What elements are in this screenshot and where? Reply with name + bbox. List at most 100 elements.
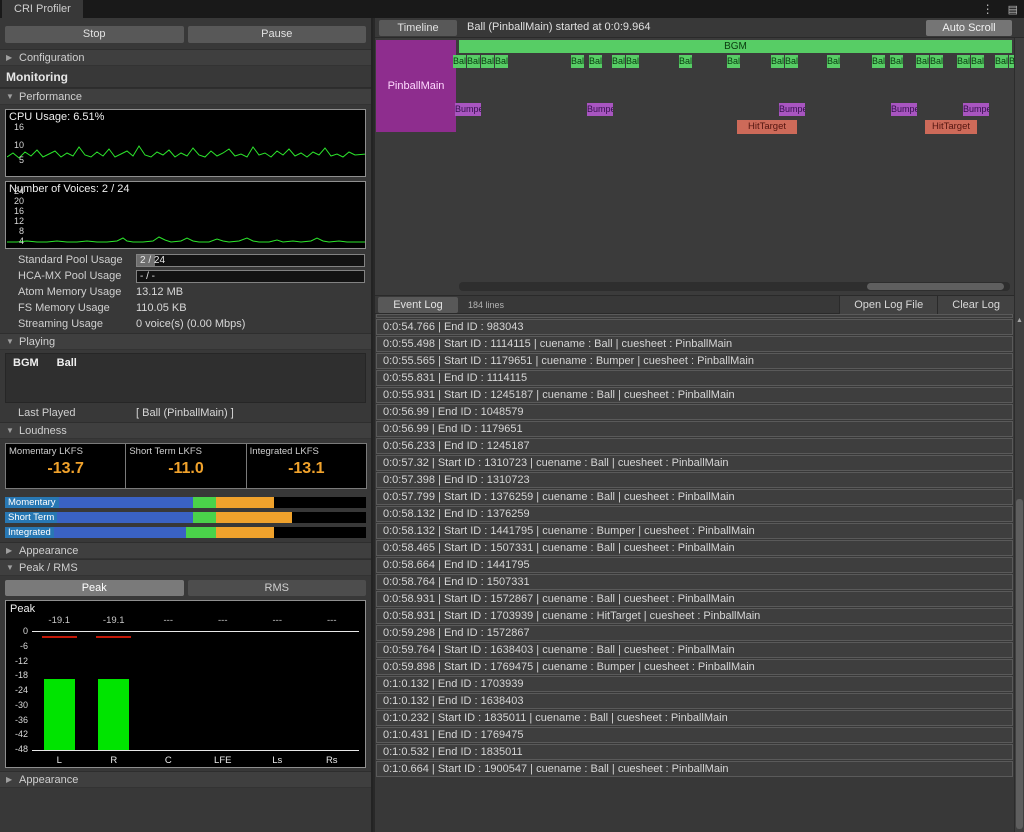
log-row[interactable]: 0:0:59.898 | Start ID : 1769475 | cuenam…: [376, 659, 1013, 675]
timeline-cue-bumper[interactable]: Bumper: [891, 103, 917, 116]
timeline-cue-ball[interactable]: Ball: [679, 55, 692, 68]
log-row[interactable]: 0:0:54.766 | End ID : 983043: [376, 319, 1013, 335]
timeline-cue-hittarget[interactable]: HitTarget: [737, 120, 797, 134]
pause-button[interactable]: Pause: [188, 26, 367, 43]
timeline-cue-bgm[interactable]: BGM: [459, 40, 1012, 53]
log-row[interactable]: 0:0:55.831 | End ID : 1114115: [376, 370, 1013, 386]
timeline-cue-ball[interactable]: Ball: [771, 55, 784, 68]
log-row[interactable]: 0:0:57.799 | Start ID : 1376259 | cuenam…: [376, 489, 1013, 505]
timeline-cue-ball[interactable]: Ball: [727, 55, 740, 68]
profiler-right-panel: Timeline Ball (PinballMain) started at 0…: [375, 18, 1024, 832]
timeline-cue-ball[interactable]: Ball: [872, 55, 885, 68]
tab-cri-profiler[interactable]: CRI Profiler: [2, 0, 83, 18]
section-loudness[interactable]: ▼ Loudness: [0, 422, 371, 439]
log-row[interactable]: 0:0:58.132 | Start ID : 1441795 | cuenam…: [376, 523, 1013, 539]
rms-tab-button[interactable]: RMS: [188, 580, 367, 596]
peak-hold-mark: [96, 636, 131, 638]
timeline-cue-ball[interactable]: Ball: [930, 55, 943, 68]
timeline-cue-bumper[interactable]: Bumper: [455, 103, 481, 116]
timeline-cue-ball[interactable]: Ball: [481, 55, 494, 68]
timeline-cue-ball[interactable]: Ball: [453, 55, 466, 68]
timeline-cue-bumper[interactable]: Bumper: [587, 103, 613, 116]
timeline-cue-ball[interactable]: Ball: [626, 55, 639, 68]
log-row[interactable]: 0:1:0.431 | End ID : 1769475: [376, 727, 1013, 743]
playing-item-bgm[interactable]: BGM: [13, 357, 39, 369]
log-row[interactable]: 0:0:55.565 | Start ID : 1179651 | cuenam…: [376, 353, 1013, 369]
peak-plot-area: [32, 631, 359, 751]
log-row[interactable]: 0:0:58.931 | Start ID : 1572867 | cuenam…: [376, 591, 1013, 607]
shortterm-meter: Short Term: [5, 512, 366, 523]
log-row[interactable]: 0:1:0.664 | Start ID : 1900547 | cuename…: [376, 761, 1013, 777]
log-row[interactable]: 0:1:0.132 | End ID : 1703939: [376, 676, 1013, 692]
integrated-lkfs-value: -13.1: [247, 460, 366, 478]
playing-list: BGM Ball: [5, 353, 366, 403]
timeline-cue-ball[interactable]: Ball: [971, 55, 984, 68]
timeline-cue-ball[interactable]: Ball: [589, 55, 602, 68]
timeline-cue-ball[interactable]: Ball: [467, 55, 480, 68]
layout-panel-icon[interactable]: ▤: [1008, 3, 1018, 16]
cpu-usage-graph: CPU Usage: 6.51% 16 10 5: [5, 109, 366, 177]
log-row[interactable]: 0:0:58.132 | End ID : 1376259: [376, 506, 1013, 522]
chevron-right-icon: ▶: [6, 775, 14, 784]
timeline-cue-ball[interactable]: Ball: [957, 55, 970, 68]
log-row-partial[interactable]: [376, 314, 1013, 318]
log-row[interactable]: 0:1:0.232 | Start ID : 1835011 | cuename…: [376, 710, 1013, 726]
log-row[interactable]: 0:0:55.498 | Start ID : 1114115 | cuenam…: [376, 336, 1013, 352]
log-row[interactable]: 0:0:58.664 | End ID : 1441795: [376, 557, 1013, 573]
timeline-cue-bumper[interactable]: Bumper: [779, 103, 805, 116]
peak-tab-button[interactable]: Peak: [5, 580, 184, 596]
peak-db-scale: 0 -6 -12 -18 -24 -30 -36 -42 -48: [6, 626, 28, 754]
timeline-cue-ball[interactable]: Ball: [571, 55, 584, 68]
event-log-tab-button[interactable]: Event Log: [378, 297, 458, 313]
stop-button[interactable]: Stop: [5, 26, 184, 43]
timeline-hscroll-thumb[interactable]: [867, 283, 1005, 290]
log-row[interactable]: 0:0:58.465 | Start ID : 1507331 | cuenam…: [376, 540, 1013, 556]
log-row[interactable]: 0:1:0.132 | End ID : 1638403: [376, 693, 1013, 709]
timeline-cue-ball[interactable]: Ball: [785, 55, 798, 68]
right-panel-vertical-scrollbar[interactable]: ▲: [1014, 38, 1024, 832]
section-performance[interactable]: ▼ Performance: [0, 88, 371, 105]
event-log-list: 0:0:54.766 | End ID : 983043 0:0:55.498 …: [375, 314, 1014, 832]
section-peak-rms[interactable]: ▼ Peak / RMS: [0, 559, 371, 576]
log-row[interactable]: 0:0:58.764 | End ID : 1507331: [376, 574, 1013, 590]
vertical-scroll-thumb[interactable]: [1016, 499, 1023, 829]
log-row[interactable]: 0:0:57.32 | Start ID : 1310723 | cuename…: [376, 455, 1013, 471]
peak-col-R: [87, 632, 142, 750]
log-row[interactable]: 0:0:57.398 | End ID : 1310723: [376, 472, 1013, 488]
timeline-area: PinballMain BGM Ball Ball Ball Ball Ball…: [375, 38, 1014, 296]
voices-title: Number of Voices: 2 / 24: [9, 183, 129, 195]
open-log-file-button[interactable]: Open Log File: [839, 296, 937, 314]
timeline-cue-ball[interactable]: Ball: [916, 55, 929, 68]
timeline-cue-bumper[interactable]: Bumper: [963, 103, 989, 116]
chevron-right-icon: ▶: [6, 546, 14, 555]
chevron-down-icon: ▼: [6, 426, 14, 435]
scroll-up-icon[interactable]: ▲: [1015, 317, 1024, 324]
auto-scroll-button[interactable]: Auto Scroll: [926, 20, 1012, 36]
log-row[interactable]: 0:0:58.931 | Start ID : 1703939 | cuenam…: [376, 608, 1013, 624]
section-appearance-loudness[interactable]: ▶ Appearance: [0, 542, 371, 559]
log-row[interactable]: 0:0:55.931 | Start ID : 1245187 | cuenam…: [376, 387, 1013, 403]
section-configuration[interactable]: ▶ Configuration: [0, 49, 371, 66]
log-row[interactable]: 0:1:0.532 | End ID : 1835011: [376, 744, 1013, 760]
timeline-horizontal-scrollbar[interactable]: [459, 282, 1010, 291]
timeline-cue-ball[interactable]: Ball: [495, 55, 508, 68]
log-row[interactable]: 0:0:56.99 | End ID : 1179651: [376, 421, 1013, 437]
timeline-cue-hittarget[interactable]: HitTarget: [925, 120, 977, 134]
log-row[interactable]: 0:0:56.233 | End ID : 1245187: [376, 438, 1013, 454]
log-row[interactable]: 0:0:59.764 | Start ID : 1638403 | cuenam…: [376, 642, 1013, 658]
section-playing[interactable]: ▼ Playing: [0, 333, 371, 350]
playing-item-ball[interactable]: Ball: [57, 357, 77, 369]
section-appearance-peak[interactable]: ▶ Appearance: [0, 771, 371, 788]
clear-log-button[interactable]: Clear Log: [937, 296, 1014, 314]
timeline-cue-ball[interactable]: Ball: [827, 55, 840, 68]
log-row[interactable]: 0:0:59.298 | End ID : 1572867: [376, 625, 1013, 641]
timeline-tab-button[interactable]: Timeline: [379, 20, 457, 36]
timeline-cue-ball[interactable]: Ball: [890, 55, 903, 68]
timeline-cue-ball[interactable]: Ball: [995, 55, 1008, 68]
peak-col-Rs: [305, 632, 360, 750]
kebab-menu-icon[interactable]: ⋮: [982, 0, 994, 18]
timeline-cue-ball[interactable]: Ball: [612, 55, 625, 68]
log-row[interactable]: 0:0:56.99 | End ID : 1048579: [376, 404, 1013, 420]
peak-col-Ls: [250, 632, 305, 750]
timeline-track-pinballmain[interactable]: PinballMain: [376, 40, 456, 132]
